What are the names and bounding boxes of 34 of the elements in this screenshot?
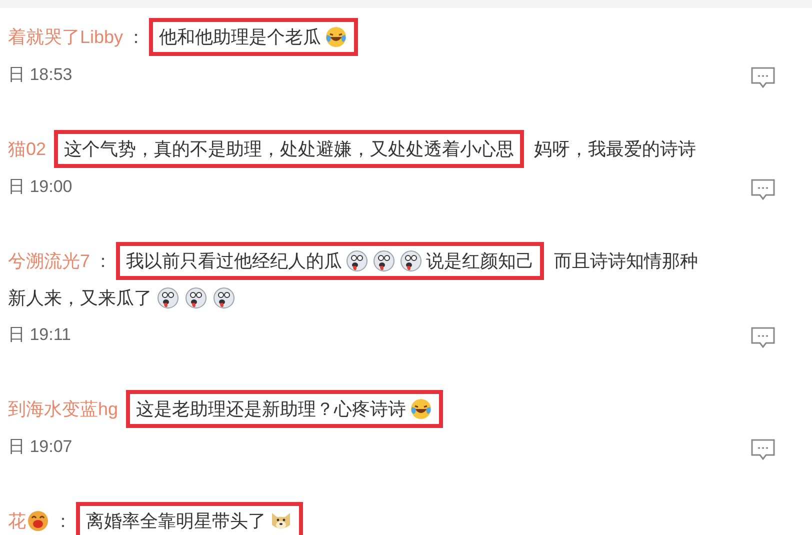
shocked-emoji-icon — [212, 286, 236, 310]
comment-text: 说是红颜知己 — [426, 250, 534, 273]
comment-text: 而且诗诗知情那种 — [554, 250, 698, 273]
user-name[interactable]: 到海水变蓝hg — [8, 397, 118, 421]
comment-text: 这是老助理还是新助理？心疼诗诗 — [136, 398, 406, 421]
comment-icon[interactable] — [750, 326, 776, 350]
shocked-emoji-icon — [399, 249, 424, 273]
comment-time: 日 18:53 — [8, 64, 72, 86]
blushing-emoji-icon — [26, 509, 50, 533]
comment-icon[interactable] — [750, 438, 776, 462]
comment-time: 日 19:00 — [8, 176, 72, 198]
colon: ： — [94, 250, 112, 273]
comment-text: 新人来，又来瓜了 — [8, 287, 152, 310]
shocked-emoji-icon — [184, 286, 208, 310]
comment-icon[interactable] — [750, 66, 776, 90]
colon: ： — [54, 510, 72, 533]
colon: ： — [127, 26, 146, 49]
comment-time: 日 19:07 — [8, 436, 72, 458]
laughing-emoji-icon — [409, 397, 434, 421]
shocked-emoji-icon — [372, 249, 396, 273]
user-name[interactable]: 花 — [8, 509, 26, 533]
comment-text: 妈呀，我最爱的诗诗 — [534, 138, 696, 161]
comment-text: 这个气势，真的不是助理，处处避嫌，又处处透着小心思 — [64, 138, 514, 161]
user-name[interactable]: 着就哭了Libby — [8, 25, 124, 49]
user-name[interactable]: 兮溯流光7 — [8, 249, 90, 273]
shocked-emoji-icon — [156, 286, 180, 310]
user-name[interactable]: 猫02 — [8, 137, 46, 161]
comment-text: 他和他助理是个老瓜 — [159, 26, 322, 49]
comment-icon[interactable] — [750, 178, 776, 202]
comment-text: 我以前只看过他经纪人的瓜 — [126, 250, 342, 273]
laughing-emoji-icon — [324, 25, 348, 49]
shocked-emoji-icon — [345, 249, 370, 273]
comment-time: 日 19:11 — [8, 324, 72, 346]
comment-text: 离婚率全靠明星带头了 — [86, 510, 266, 533]
